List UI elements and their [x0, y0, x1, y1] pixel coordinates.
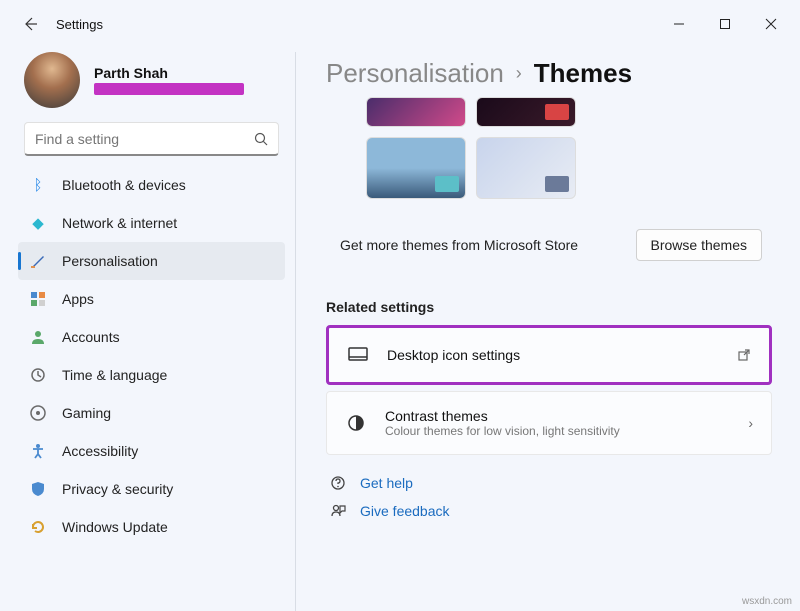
watermark: wsxdn.com	[742, 596, 792, 607]
search-box[interactable]	[24, 122, 279, 156]
breadcrumb-parent[interactable]: Personalisation	[326, 58, 504, 89]
sidebar-item-privacy[interactable]: Privacy & security	[18, 470, 285, 508]
breadcrumb: Personalisation › Themes	[326, 58, 772, 89]
page-title: Themes	[534, 58, 632, 89]
minimize-button[interactable]	[656, 8, 702, 40]
card-title: Desktop icon settings	[387, 347, 737, 363]
sidebar: Parth Shah ᛒBluetooth & devices ◆Network…	[0, 48, 295, 611]
theme-thumbnail[interactable]	[366, 97, 466, 127]
search-input[interactable]	[35, 131, 254, 147]
gaming-icon	[28, 403, 48, 423]
store-text: Get more themes from Microsoft Store	[340, 236, 578, 254]
browse-themes-button[interactable]: Browse themes	[636, 229, 762, 261]
profile-block[interactable]: Parth Shah	[24, 52, 285, 108]
sidebar-item-bluetooth[interactable]: ᛒBluetooth & devices	[18, 166, 285, 204]
card-title: Contrast themes	[385, 408, 748, 424]
window-controls	[656, 8, 794, 40]
help-icon	[330, 475, 348, 491]
wifi-icon: ◆	[28, 213, 48, 233]
app-title: Settings	[56, 17, 103, 32]
titlebar: Settings	[0, 0, 800, 48]
contrast-themes-card[interactable]: Contrast themes Colour themes for low vi…	[326, 391, 772, 455]
sidebar-item-personalisation[interactable]: Personalisation	[18, 242, 285, 280]
brush-icon	[28, 251, 48, 271]
external-link-icon	[737, 348, 751, 362]
content-area: Personalisation › Themes Get more themes…	[304, 48, 800, 611]
sidebar-item-network[interactable]: ◆Network & internet	[18, 204, 285, 242]
help-links: Get help Give feedback	[326, 469, 772, 525]
sidebar-item-time[interactable]: Time & language	[18, 356, 285, 394]
sidebar-item-accessibility[interactable]: Accessibility	[18, 432, 285, 470]
bluetooth-icon: ᛒ	[28, 175, 48, 195]
update-icon	[28, 517, 48, 537]
theme-thumbnail[interactable]	[476, 137, 576, 199]
give-feedback-link[interactable]: Give feedback	[326, 497, 772, 525]
sidebar-item-accounts[interactable]: Accounts	[18, 318, 285, 356]
back-button[interactable]	[14, 8, 46, 40]
theme-thumbnails-row2	[366, 137, 772, 199]
accessibility-icon	[28, 441, 48, 461]
profile-name: Parth Shah	[94, 65, 244, 81]
card-subtitle: Colour themes for low vision, light sens…	[385, 424, 748, 438]
nav-list: ᛒBluetooth & devices ◆Network & internet…	[18, 166, 285, 546]
search-icon	[254, 132, 268, 146]
store-row: Get more themes from Microsoft Store Bro…	[326, 215, 772, 275]
theme-thumbnails-row1	[366, 97, 772, 127]
feedback-icon	[330, 503, 348, 519]
person-icon	[28, 327, 48, 347]
desktop-icon	[347, 344, 369, 366]
close-button[interactable]	[748, 8, 794, 40]
contrast-icon	[345, 412, 367, 434]
shield-icon	[28, 479, 48, 499]
sidebar-item-apps[interactable]: Apps	[18, 280, 285, 318]
related-settings-heading: Related settings	[326, 299, 772, 315]
chevron-right-icon: ›	[748, 415, 753, 431]
chevron-right-icon: ›	[516, 63, 522, 84]
profile-email-redacted	[94, 83, 244, 95]
theme-thumbnail[interactable]	[366, 137, 466, 199]
maximize-button[interactable]	[702, 8, 748, 40]
get-help-link[interactable]: Get help	[326, 469, 772, 497]
apps-icon	[28, 289, 48, 309]
desktop-icon-settings-card[interactable]: Desktop icon settings	[326, 325, 772, 385]
theme-thumbnail[interactable]	[476, 97, 576, 127]
clock-icon	[28, 365, 48, 385]
sidebar-item-gaming[interactable]: Gaming	[18, 394, 285, 432]
divider	[295, 52, 296, 611]
avatar	[24, 52, 80, 108]
sidebar-item-update[interactable]: Windows Update	[18, 508, 285, 546]
